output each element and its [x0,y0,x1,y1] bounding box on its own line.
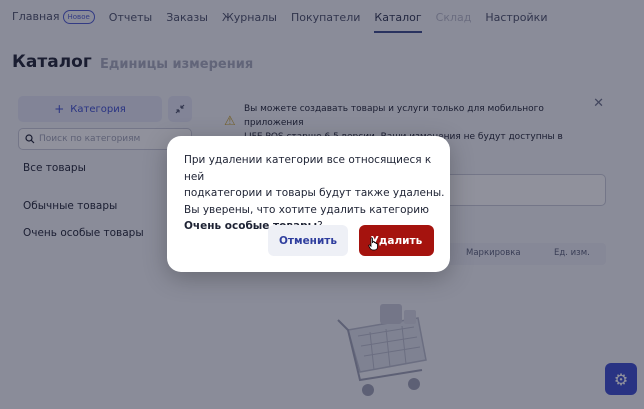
hand-cursor-icon [368,237,378,251]
dialog-line-3: Вы уверены, что хотите удалить категорию [184,203,429,216]
dialog-line-1: При удалении категории все относящиеся к… [184,154,432,183]
delete-category-dialog: При удалении категории все относящиеся к… [167,136,450,272]
page: Главная Новое Отчеты Заказы Журналы Покуп… [0,0,644,409]
cancel-button[interactable]: Отменить [268,225,348,256]
dialog-message: При удалении категории все относящиеся к… [184,152,446,235]
dialog-line-2: подкатегории и товары будут также удален… [184,187,445,199]
